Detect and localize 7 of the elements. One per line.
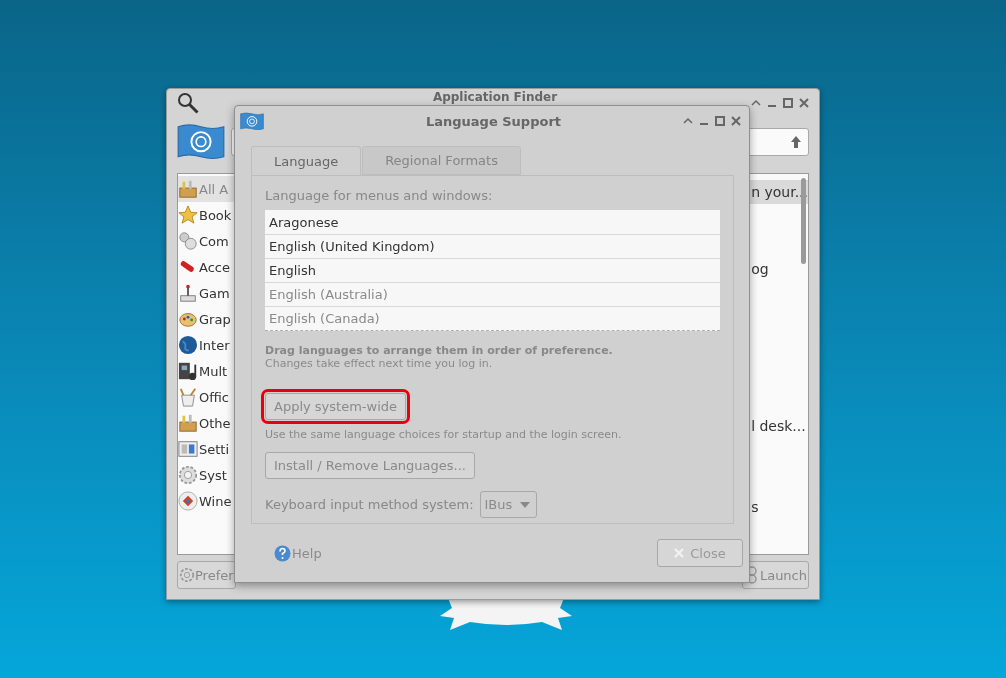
dialog-title: Language Support	[424, 113, 563, 129]
drag-hint: Drag languages to arrange them in order of preference.	[265, 344, 614, 357]
window-title: Application Finder	[432, 91, 558, 104]
input-method-label: Keyboard input method system:	[265, 497, 474, 512]
list-label: Language for menus and windows:	[265, 188, 494, 203]
hint-note: Changes take effect next time you log in.	[265, 357, 494, 370]
apply-note: Use the same language choices for startup and the login screen.	[265, 428, 623, 441]
